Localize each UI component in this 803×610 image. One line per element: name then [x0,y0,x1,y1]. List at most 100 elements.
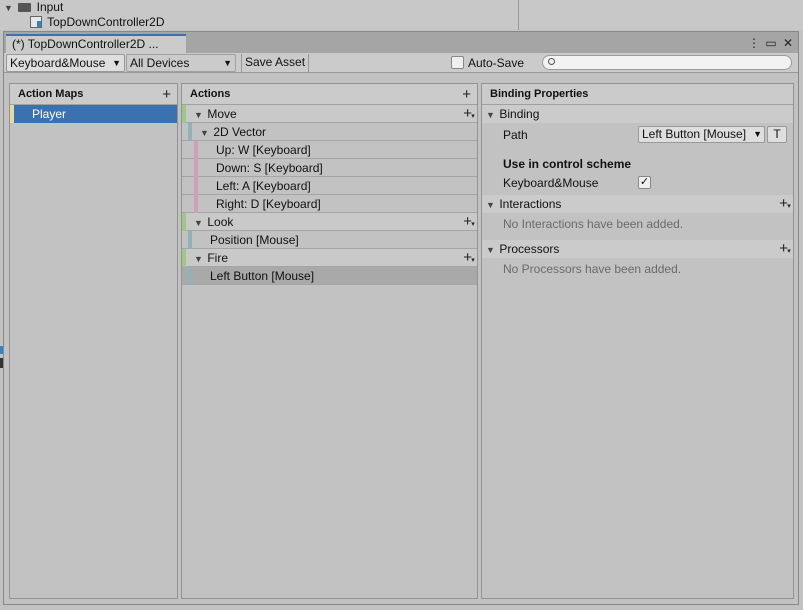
add-binding-icon[interactable]: + [463,105,474,126]
add-interaction-icon[interactable]: + [779,195,790,216]
toolbar: Keyboard&Mouse ▼ All Devices ▼ Save Asse… [4,53,798,73]
control-scheme-row: Keyboard&Mouse ✓ [482,173,793,193]
path-label: Path [503,128,528,142]
expand-triangle-icon[interactable]: ▼ [194,214,204,232]
binding-left-button-mouse[interactable]: Left Button [Mouse] [182,267,477,285]
asset-label: TopDownController2D [47,15,165,29]
path-row: Path Left Button [Mouse] ▼ T [482,123,793,147]
window-titlebar: (*) TopDownController2D ... ⋮ ▭ ✕ [4,32,798,53]
add-action-icon[interactable]: + [462,84,471,105]
binding-section-label: Binding [499,107,540,121]
interactions-section-label: Interactions [499,197,562,211]
dropdown-arrow-icon: ▼ [753,129,762,139]
dropdown-arrow-icon: ▼ [112,58,121,68]
folder-label: Input [36,0,64,14]
expand-triangle-icon[interactable]: ▼ [200,124,210,142]
asset-row[interactable]: TopDownController2D [30,15,165,29]
search-icon [548,58,555,65]
binding-part-label: Right: D [Keyboard] [216,197,321,211]
binding-part-down[interactable]: Down: S [Keyboard] [182,159,477,177]
device-dropdown[interactable]: All Devices ▼ [126,54,236,72]
control-scheme-checkbox[interactable]: ✓ [638,176,651,189]
expand-triangle-icon[interactable]: ▼ [194,106,204,124]
expand-triangle-icon[interactable]: ▼ [4,3,13,13]
control-scheme-value: Keyboard&Mouse [10,56,106,70]
binding-properties-panel: Binding Properties ▼ Binding Path Left B… [481,83,794,599]
binding-label: Position [Mouse] [210,233,299,247]
action-move[interactable]: ▼ Move + [182,105,477,126]
processors-section-header[interactable]: ▼ Processors + [482,240,793,261]
menu-icon[interactable]: ⋮ [748,36,760,50]
interactions-empty-text: No Interactions have been added. [503,217,684,231]
close-icon[interactable]: ✕ [782,36,794,50]
maximize-icon[interactable]: ▭ [765,36,777,50]
actions-header: Actions + [182,84,477,105]
window-buttons: ⋮ ▭ ✕ [748,34,794,51]
binding-part-label: Left: A [Keyboard] [216,179,311,193]
expand-triangle-icon[interactable]: ▼ [486,106,496,124]
action-label: Fire [207,251,229,265]
path-value: Left Button [Mouse] [642,127,747,141]
action-maps-panel: Action Maps + Player [9,83,178,599]
control-scheme-name: Keyboard&Mouse [503,176,599,190]
binding-position-mouse[interactable]: Position [Mouse] [182,231,477,249]
binding-properties-title: Binding Properties [490,88,589,100]
window-tab[interactable]: (*) TopDownController2D ... [6,34,186,53]
use-in-control-scheme-title: Use in control scheme [503,157,632,171]
interactions-section-header[interactable]: ▼ Interactions + [482,195,793,216]
path-text-mode-button[interactable]: T [767,126,787,143]
action-marker [182,105,186,123]
composite-2d-vector[interactable]: ▼ 2D Vector [182,123,477,141]
actions-title: Actions [190,88,231,100]
action-map-item-player[interactable]: Player [10,105,177,123]
binding-part-left[interactable]: Left: A [Keyboard] [182,177,477,195]
input-folder-row[interactable]: ▼ Input [4,0,63,14]
input-actions-window: (*) TopDownController2D ... ⋮ ▭ ✕ Keyboa… [3,31,799,605]
composite-marker [188,123,192,141]
action-maps-header: Action Maps + [10,84,177,105]
binding-part-label: Up: W [Keyboard] [216,143,311,157]
composite-label: 2D Vector [213,125,267,139]
device-value: All Devices [130,56,190,70]
binding-marker [188,231,192,249]
auto-save-checkbox[interactable] [451,56,464,69]
action-label: Move [207,107,237,121]
part-marker [194,177,198,195]
part-marker [194,141,198,159]
binding-marker [188,267,192,285]
search-input[interactable] [542,55,792,70]
part-marker [194,159,198,177]
binding-section-header[interactable]: ▼ Binding [482,105,793,123]
expand-triangle-icon[interactable]: ▼ [486,196,496,214]
binding-part-up[interactable]: Up: W [Keyboard] [182,141,477,159]
binding-label: Left Button [Mouse] [210,269,315,283]
processors-empty-text: No Processors have been added. [503,262,682,276]
action-map-label: Player [32,107,67,121]
action-look[interactable]: ▼ Look + [182,213,477,234]
input-actions-asset-icon [30,16,42,28]
dropdown-arrow-icon: ▼ [223,58,232,68]
add-binding-icon[interactable]: + [463,213,474,234]
expand-triangle-icon[interactable]: ▼ [486,241,496,259]
path-dropdown[interactable]: Left Button [Mouse] ▼ [638,126,765,143]
control-scheme-dropdown[interactable]: Keyboard&Mouse ▼ [6,54,125,72]
binding-properties-header: Binding Properties [482,84,793,105]
folder-icon [18,3,32,12]
project-tree-background: ▼ Input TopDownController2D [0,0,518,30]
processors-section-label: Processors [499,242,560,256]
action-label: Look [207,215,234,229]
action-marker [182,213,186,231]
part-marker [194,195,198,213]
auto-save-label: Auto-Save [468,56,525,70]
action-fire[interactable]: ▼ Fire + [182,249,477,270]
background-panel-right [518,0,803,30]
add-processor-icon[interactable]: + [779,240,790,261]
add-binding-icon[interactable]: + [463,249,474,270]
action-marker [182,249,186,267]
actions-panel: Actions + ▼ Move + ▼ 2D Vector Up: W [Ke… [181,83,478,599]
binding-part-right[interactable]: Right: D [Keyboard] [182,195,477,213]
add-action-map-icon[interactable]: + [162,84,171,105]
action-map-marker [10,105,14,123]
expand-triangle-icon[interactable]: ▼ [194,250,204,268]
save-asset-button[interactable]: Save Asset [241,54,310,72]
